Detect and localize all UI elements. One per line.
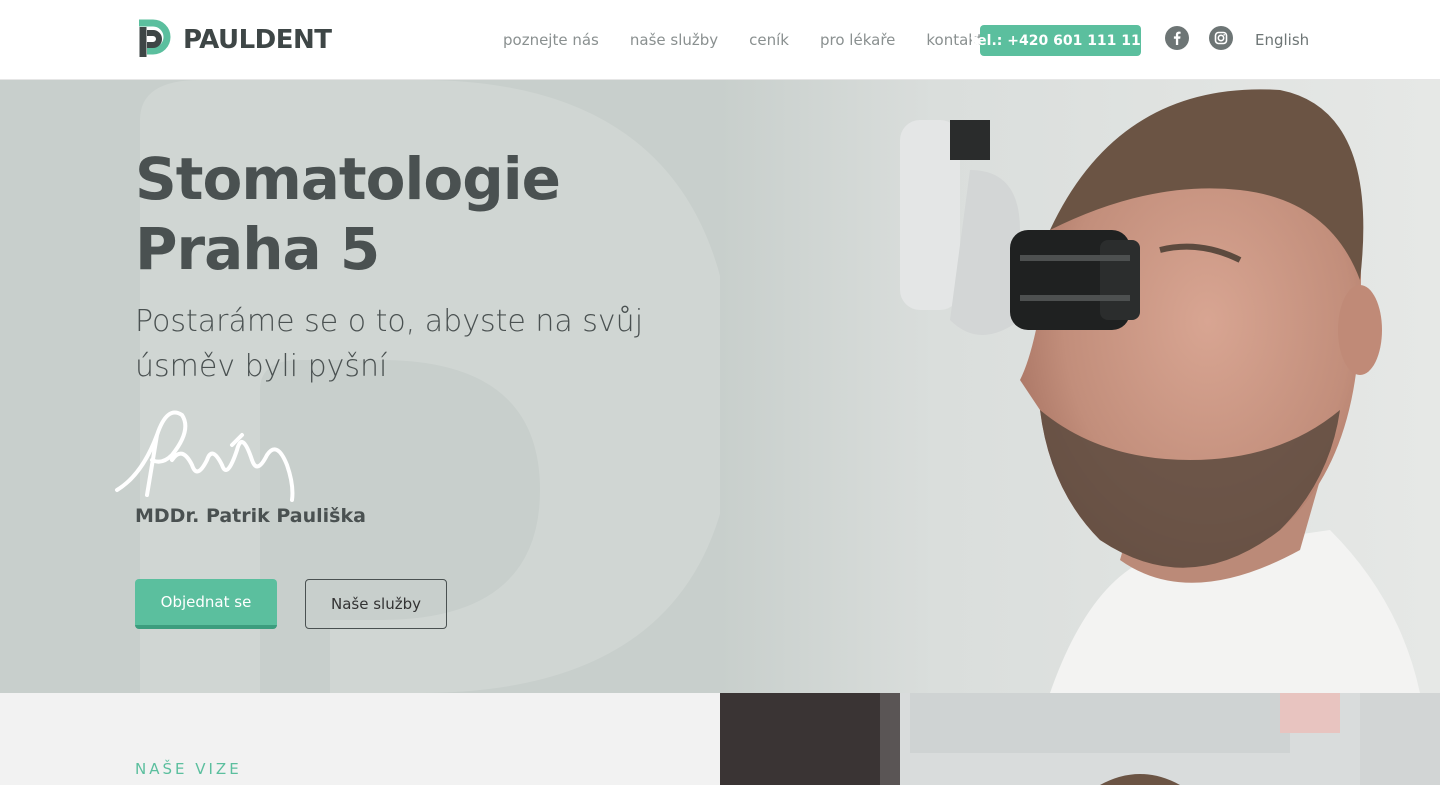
vision-section: NAŠE VIZE: [0, 693, 720, 785]
site-header: PAULDENT poznejte nás naše služby ceník …: [0, 0, 1440, 80]
doctor-signature: [115, 410, 295, 502]
hero-title: Stomatologie Praha 5: [135, 144, 561, 284]
book-appointment-button[interactable]: Objednat se: [135, 579, 277, 629]
hero-section: Stomatologie Praha 5 Postaráme se o to, …: [0, 80, 1440, 693]
doctor-name: MDDr. Patrik Pauliška: [135, 505, 366, 527]
facebook-icon: [1165, 26, 1189, 50]
facebook-link[interactable]: [1165, 26, 1189, 50]
nav-item-for-doctors[interactable]: pro lékaře: [820, 31, 895, 49]
hero-photo-doctor-microscope: [720, 80, 1440, 693]
logo[interactable]: PAULDENT: [135, 18, 332, 62]
hero-title-line1: Stomatologie: [135, 145, 561, 213]
logo-text: PAULDENT: [183, 25, 332, 55]
logo-icon: [139, 19, 171, 57]
nav-item-services[interactable]: naše služby: [630, 31, 718, 49]
instagram-icon: [1209, 26, 1233, 50]
language-switch[interactable]: English: [1255, 31, 1309, 49]
nav-item-about[interactable]: poznejte nás: [503, 31, 599, 49]
phone-button[interactable]: tel.: +420 601 111 114: [970, 25, 1151, 56]
our-services-button[interactable]: Naše služby: [305, 579, 447, 629]
hero-subtitle: Postaráme se o to, abyste na svůj úsměv …: [135, 304, 644, 384]
vision-label: NAŠE VIZE: [135, 760, 242, 778]
instagram-link[interactable]: [1209, 26, 1233, 50]
hero-title-line2: Praha 5: [135, 215, 380, 283]
vision-photo: [720, 693, 1440, 785]
main-nav: poznejte nás naše služby ceník pro lékař…: [503, 31, 1014, 49]
nav-item-pricing[interactable]: ceník: [749, 31, 789, 49]
